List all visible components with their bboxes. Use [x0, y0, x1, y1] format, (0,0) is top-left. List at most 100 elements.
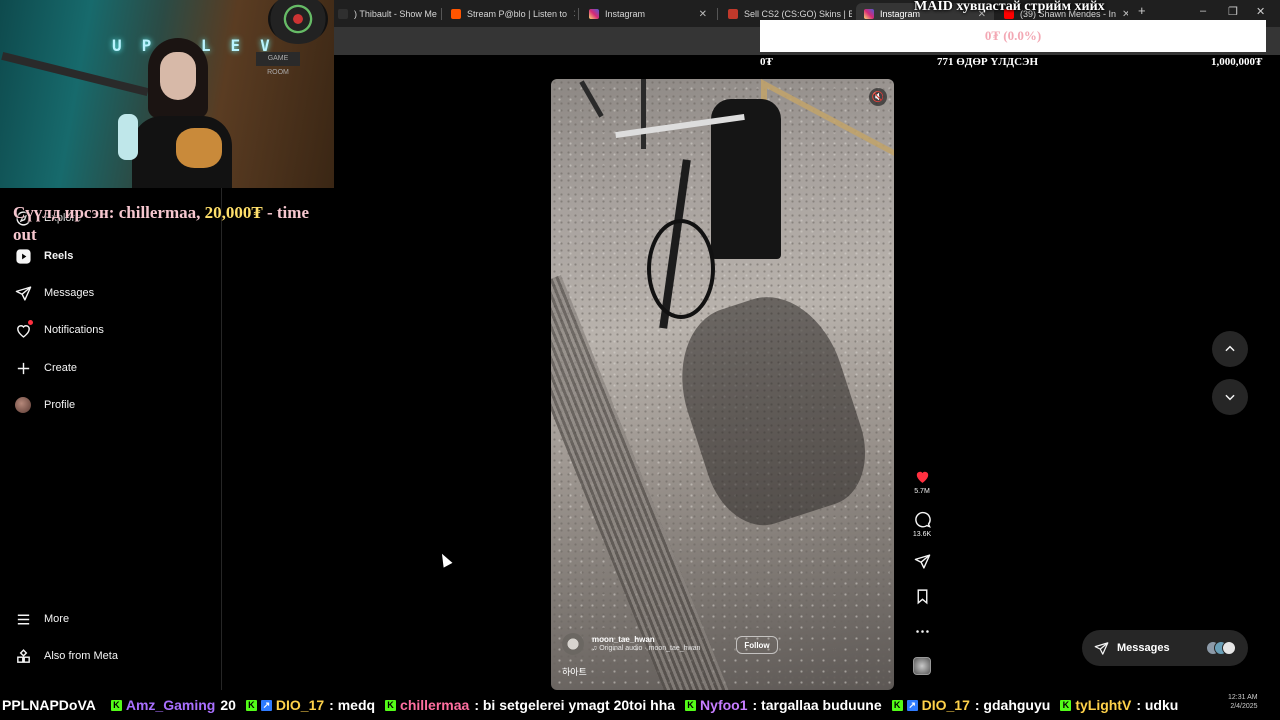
- mute-icon[interactable]: 🔇: [869, 88, 887, 106]
- clock-date: 2/4/2025: [1230, 703, 1258, 710]
- instagram-icon: [589, 9, 599, 19]
- chat-username: Nyfoo1: [700, 697, 748, 713]
- tab-label: Sell CS2 (CS:GO) Skins | B: [744, 9, 852, 19]
- screen: ) Thibault - Show Me t ✕ Stream P@blo | …: [0, 0, 1280, 720]
- close-icon[interactable]: ✕: [699, 9, 707, 20]
- sidebar-item-profile[interactable]: Profile: [14, 392, 75, 418]
- new-tab-button[interactable]: +: [1138, 3, 1146, 18]
- sidebar-item-label: More: [44, 613, 70, 625]
- comment-button[interactable]: 13.6K: [908, 511, 936, 538]
- kick-icon: K: [891, 699, 903, 711]
- notification-dot: [28, 320, 33, 325]
- follow-button[interactable]: Follow: [736, 636, 778, 654]
- instagram-icon: [864, 9, 874, 19]
- bike-wheel: [647, 219, 715, 319]
- goal-progress-text: 0₮ (0.0%): [984, 28, 1042, 43]
- kick-icon: K: [110, 699, 122, 711]
- chat-message: : bi setgelerei ymagt 20toi hha: [474, 697, 676, 713]
- chat-message: : targallaa buduune: [752, 697, 882, 713]
- browser-tab[interactable]: ) Thibault - Show Me t ✕: [330, 3, 438, 25]
- avatar[interactable]: [562, 633, 584, 655]
- webcam-feed: UP LEV GAME ROOM: [0, 0, 334, 188]
- audio-thumbnail[interactable]: [913, 657, 931, 675]
- sidebar-item-create[interactable]: Create: [14, 355, 77, 381]
- paper-plane-icon: [14, 284, 32, 302]
- goal-target: 1,000,000₮: [1211, 56, 1263, 68]
- alert-prefix: Сүүлд ирсэн: chillermaa,: [13, 203, 205, 222]
- chevron-down-icon: [1225, 394, 1235, 401]
- more-options-button[interactable]: [908, 623, 936, 640]
- close-icon[interactable]: ✕: [1122, 9, 1128, 20]
- reel-audio[interactable]: ♫ Original audio · moon_tae_hwan: [592, 645, 700, 652]
- avatar: [1222, 641, 1236, 655]
- chat-ticker: PPLNAPDoVA K Amz_Gaming 20 K ↗ DIO_17: med…: [0, 690, 1280, 720]
- chat-message: 20: [220, 697, 236, 713]
- close-icon[interactable]: ✕: [573, 9, 575, 20]
- sidebar-item-label: Notifications: [44, 324, 104, 336]
- reel-video[interactable]: [551, 79, 894, 690]
- heart-filled-icon: [916, 471, 928, 483]
- sidebar-item-reels[interactable]: Reels: [14, 243, 73, 269]
- next-reel-button[interactable]: [1212, 379, 1248, 415]
- sidebar-meta-button[interactable]: Also from Meta: [14, 643, 118, 669]
- goal-current: 0₮: [760, 56, 773, 68]
- sidebar-item-label: Also from Meta: [44, 650, 118, 662]
- bookmark-icon: [917, 589, 927, 605]
- sidebar-item-label: Profile: [44, 399, 76, 411]
- browser-tab[interactable]: Instagram ✕: [581, 3, 715, 25]
- tab-label: Stream P@blo | Listen to: [467, 9, 568, 19]
- chat-username: tyLightV: [1075, 697, 1132, 713]
- save-button[interactable]: [908, 588, 936, 605]
- reel-username[interactable]: moon_tae_hwan: [592, 635, 655, 644]
- clock-time: 12:31 AM: [1228, 694, 1258, 701]
- sidebar-item-messages[interactable]: Messages: [14, 280, 94, 306]
- like-button[interactable]: 5.7M: [908, 468, 936, 495]
- chat-username: DIO_17: [921, 697, 970, 713]
- paper-plane-icon: [914, 554, 930, 569]
- messages-pill-label: Messages: [1117, 642, 1170, 654]
- tab-favicon: [451, 9, 461, 19]
- chat-message: : udku: [1136, 697, 1179, 713]
- chat-message: : medq: [329, 697, 376, 713]
- tab-favicon: [338, 9, 348, 19]
- reel-caption: 하아트: [562, 667, 587, 677]
- last-donation-alert: Сүүлд ирсэн: chillermaa, 20,000₮ - time …: [13, 202, 323, 246]
- menu-icon: [14, 610, 32, 628]
- paper-plane-icon: [1094, 641, 1109, 655]
- heart-icon: [14, 320, 33, 339]
- browser-tab[interactable]: Stream P@blo | Listen to ✕: [443, 3, 575, 25]
- goal-title: MAID хувцастай стрийм хийх: [914, 0, 1105, 14]
- reels-icon: [14, 247, 32, 265]
- avatar: [15, 397, 31, 413]
- share-button[interactable]: [908, 553, 936, 570]
- chevron-up-icon: [1225, 345, 1235, 352]
- kick-icon: K: [1060, 699, 1072, 711]
- alert-amount: 20,000₮: [204, 203, 263, 222]
- previous-reel-button[interactable]: [1212, 331, 1248, 367]
- sidebar-more-button[interactable]: More: [14, 606, 69, 632]
- meta-apps-icon: [14, 647, 32, 665]
- chat-username: chillermaa: [400, 697, 470, 713]
- sidebar-item-notifications[interactable]: Notifications: [14, 317, 104, 343]
- plus-icon: [14, 359, 32, 377]
- dartboard: [268, 0, 328, 44]
- sidebar-item-label: Reels: [44, 250, 74, 262]
- sub-badge-icon: ↗: [906, 699, 918, 711]
- mic-arm: [1, 51, 149, 97]
- messages-pill[interactable]: Messages: [1082, 630, 1248, 666]
- sidebar-item-label: Create: [44, 362, 78, 374]
- ellipsis-icon: [915, 630, 929, 633]
- close-window-button[interactable]: ✕: [1256, 5, 1265, 18]
- maximize-button[interactable]: ❐: [1228, 5, 1238, 18]
- kick-icon: K: [385, 699, 397, 711]
- chat-username: Amz_Gaming: [125, 697, 216, 713]
- sidebar-item-label: Messages: [44, 287, 95, 299]
- minimize-button[interactable]: –: [1200, 5, 1206, 17]
- kick-icon: K: [685, 699, 697, 711]
- sub-badge-icon: ↗: [260, 699, 272, 711]
- mouse-cursor: [437, 551, 453, 568]
- tab-favicon: [728, 9, 738, 19]
- streamer: [128, 30, 232, 188]
- tab-label: ) Thibault - Show Me t: [354, 9, 438, 19]
- chat-username: DIO_17: [275, 697, 325, 713]
